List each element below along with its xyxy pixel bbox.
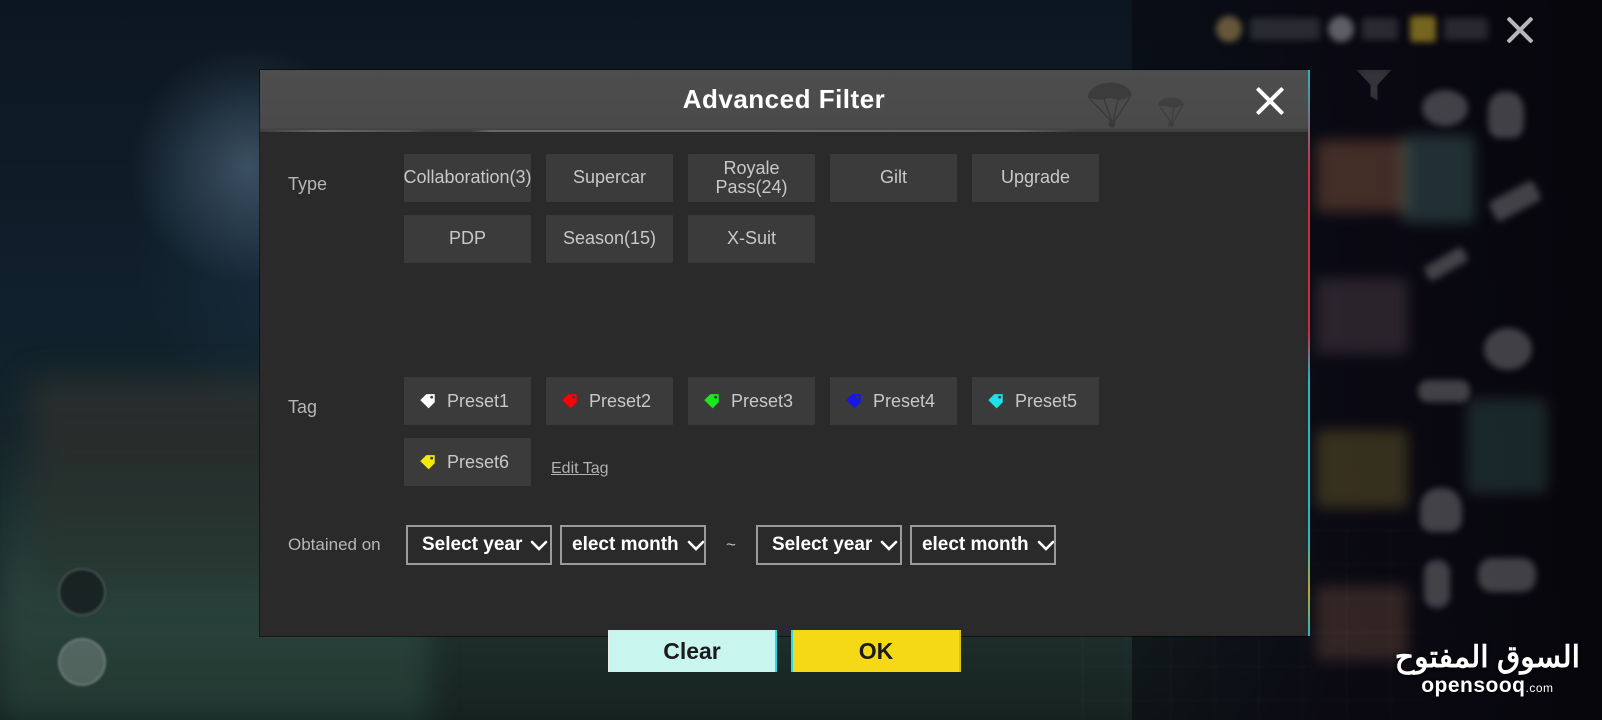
tag-chip-preset1[interactable]: Preset1 (404, 377, 531, 425)
hud-gold-amount (1444, 18, 1488, 40)
dialog-footer: Clear OK (260, 630, 1308, 672)
from-year-select[interactable]: Select year (406, 525, 552, 565)
tag-label: Preset6 (447, 451, 510, 472)
type-chip-gilt[interactable]: Gilt (830, 154, 957, 202)
background-item-thumb (1316, 430, 1408, 508)
section-label-tag: Tag (288, 397, 318, 417)
hud-close-icon[interactable] (1500, 10, 1540, 50)
to-year-value: Select year (771, 534, 873, 555)
type-chip-x-suit[interactable]: X-Suit (688, 215, 815, 263)
top-hud-bar (0, 0, 1602, 58)
tag-chip-preset4[interactable]: Preset4 (830, 377, 957, 425)
to-month-value: elect month (921, 534, 1029, 555)
to-month-select[interactable]: elect month (909, 525, 1056, 565)
hud-currency-amount (1250, 18, 1320, 40)
dialog-header: Advanced Filter (260, 70, 1308, 132)
to-year-select[interactable]: Select year (755, 525, 902, 565)
chevron-down-icon (687, 540, 704, 551)
opensooq-watermark: السوق المفتوح opensooq.com (1395, 641, 1580, 698)
tag-icon (420, 393, 435, 408)
filter-section-tag: Tag Preset1 Preset2 Preset3 Preset4 Pres… (288, 377, 1124, 486)
section-label-obtained-on: Obtained on (288, 535, 381, 554)
background-helmet-icon (1422, 90, 1468, 126)
filter-section-type: Type Collaboration(3) Supercar Royale Pa… (288, 154, 1104, 263)
tag-chip-preset2[interactable]: Preset2 (546, 377, 673, 425)
date-range-group: Select year elect month ~ Select year el… (406, 525, 1056, 565)
background-item-thumb (1316, 278, 1408, 354)
from-year-value: Select year (422, 534, 523, 555)
tag-label: Preset2 (589, 390, 652, 411)
tag-chip-preset3[interactable]: Preset3 (688, 377, 815, 425)
watermark-latin-text: opensooq (1421, 674, 1526, 697)
chevron-down-icon (880, 540, 898, 551)
background-item-thumb (1316, 140, 1408, 212)
edit-tag-link[interactable]: Edit Tag (551, 438, 609, 486)
watermark-arabic: السوق المفتوح (1394, 641, 1580, 674)
filter-section-obtained-on: Obtained on Select year elect month ~ Se… (288, 525, 1056, 565)
hud-silver-coin-icon (1328, 16, 1354, 42)
section-label-type: Type (288, 174, 328, 194)
hud-currency-coin-icon (1216, 16, 1242, 42)
type-chip-group: Collaboration(3) Supercar Royale Pass(24… (403, 154, 1104, 263)
background-circle-button-bottom (58, 638, 106, 686)
watermark-tld: .com (1525, 681, 1554, 695)
dialog-title: Advanced Filter (682, 84, 886, 114)
tag-label: Preset1 (447, 390, 510, 411)
type-chip-upgrade[interactable]: Upgrade (972, 154, 1099, 202)
type-chip-pdp[interactable]: PDP (404, 215, 531, 263)
type-chip-royale-pass[interactable]: Royale Pass(24) (688, 154, 815, 202)
chevron-down-icon (1037, 540, 1054, 551)
background-person-icon (1488, 92, 1524, 138)
tag-chip-group: Preset1 Preset2 Preset3 Preset4 Preset5 … (404, 377, 1124, 486)
chevron-down-icon (531, 540, 548, 551)
ok-button[interactable]: OK (793, 630, 959, 672)
clear-button[interactable]: Clear (609, 630, 775, 672)
watermark-latin: opensooq.com (1395, 674, 1580, 698)
tag-label: Preset5 (1015, 390, 1078, 411)
hud-silver-amount (1362, 18, 1398, 40)
background-item-tile-highlighted (1468, 400, 1546, 492)
hud-gold-coin-icon (1410, 16, 1436, 42)
background-parachute-icon (1420, 488, 1462, 532)
type-chip-supercar[interactable]: Supercar (546, 154, 673, 202)
background-vehicle-icon (1418, 380, 1470, 402)
tag-icon (704, 393, 719, 408)
tag-label: Preset3 (731, 390, 794, 411)
background-avatar-icon (1424, 560, 1450, 608)
advanced-filter-dialog: Advanced Filter Type Collaboration(3) Su… (260, 70, 1310, 672)
background-circle-button-top (58, 568, 106, 616)
date-range-separator: ~ (726, 535, 736, 554)
close-icon[interactable] (1250, 81, 1290, 121)
background-mask-icon (1478, 558, 1536, 592)
from-month-select[interactable]: elect month (560, 525, 706, 565)
type-chip-collaboration[interactable]: Collaboration(3) (403, 154, 532, 202)
tag-icon (988, 393, 1003, 408)
tag-icon (846, 393, 861, 408)
tag-icon (420, 454, 435, 469)
tag-icon (562, 393, 577, 408)
dialog-body: Type Collaboration(3) Supercar Royale Pa… (260, 132, 1308, 672)
tag-chip-preset6[interactable]: Preset6 (404, 438, 531, 486)
tag-chip-preset5[interactable]: Preset5 (972, 377, 1099, 425)
background-emblem-icon (1484, 328, 1532, 370)
type-chip-season[interactable]: Season(15) (546, 215, 673, 263)
from-month-value: elect month (572, 534, 679, 555)
background-item-tile-selected (1402, 136, 1474, 222)
tag-label: Preset4 (873, 390, 936, 411)
